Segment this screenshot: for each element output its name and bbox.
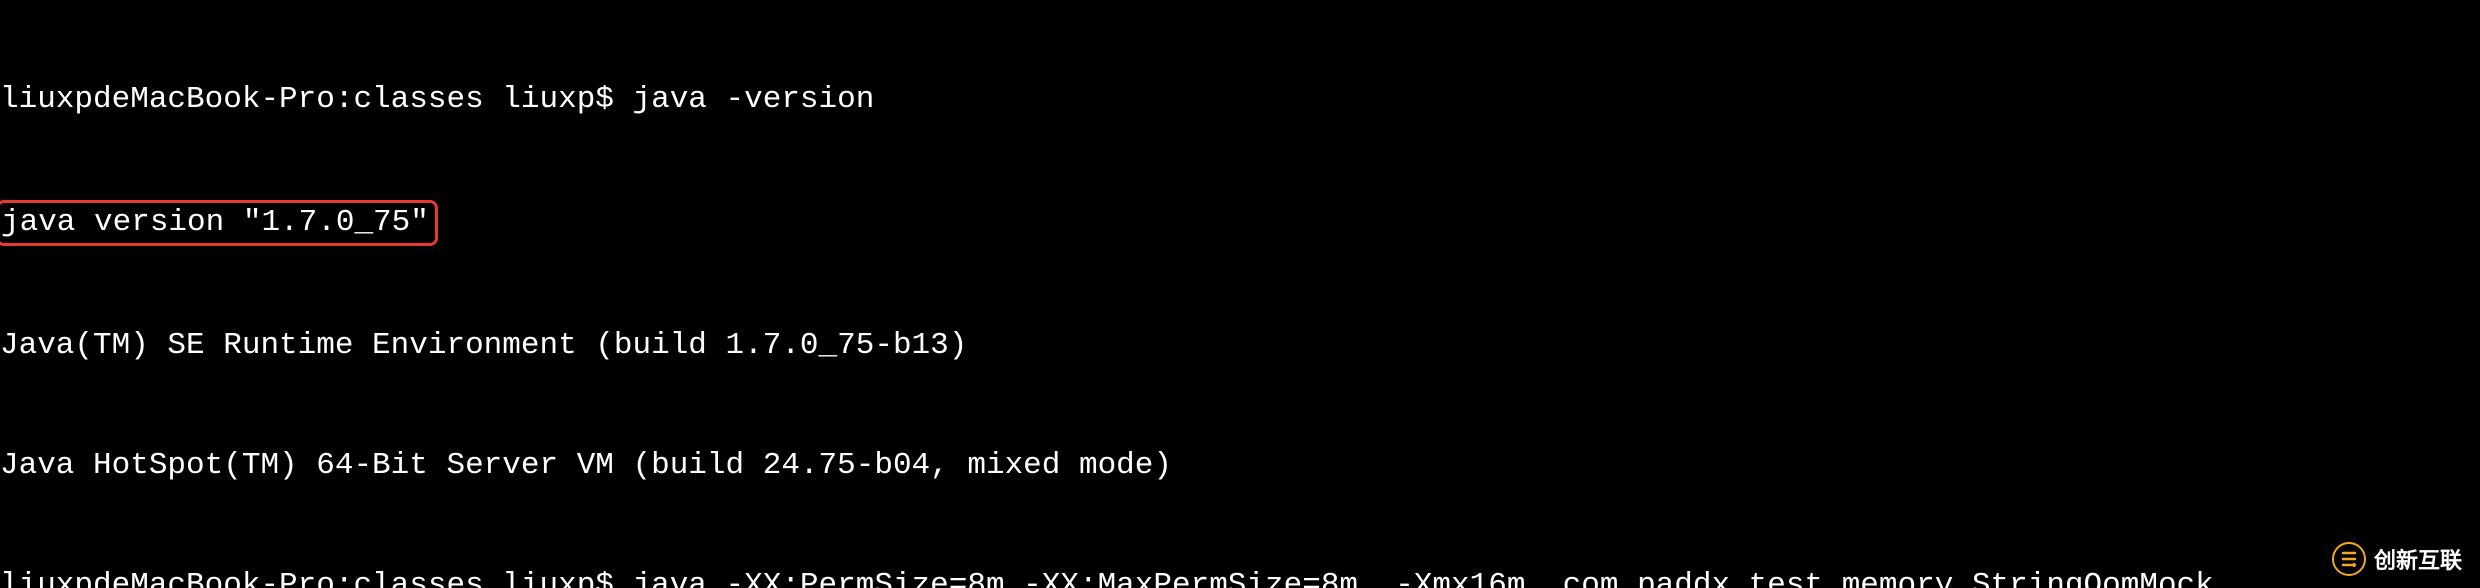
terminal-line: Java(TM) SE Runtime Environment (build 1…: [0, 326, 2480, 366]
terminal-line: liuxpdeMacBook-Pro:classes liuxp$ java -…: [0, 80, 2480, 120]
watermark-text: 创新互联: [2374, 543, 2462, 575]
watermark-logo-icon: [2332, 542, 2366, 576]
terminal-output[interactable]: liuxpdeMacBook-Pro:classes liuxp$ java -…: [0, 0, 2480, 588]
terminal-line: Java HotSpot(TM) 64-Bit Server VM (build…: [0, 446, 2480, 486]
terminal-line: liuxpdeMacBook-Pro:classes liuxp$ java -…: [0, 566, 2480, 588]
highlight-box-java-version: java version "1.7.0_75": [0, 200, 438, 246]
terminal-line: java version "1.7.0_75": [0, 200, 2480, 246]
watermark: 创新互联: [2332, 542, 2462, 576]
